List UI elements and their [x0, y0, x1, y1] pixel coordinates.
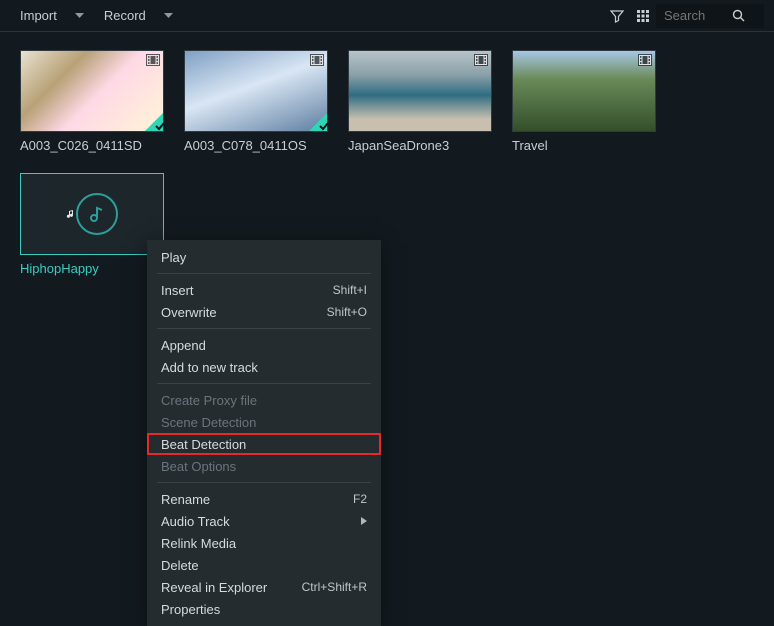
- menu-item-append[interactable]: Append: [147, 334, 381, 356]
- clip-name: A003_C026_0411SD: [20, 138, 164, 153]
- clip-name: A003_C078_0411OS: [184, 138, 328, 153]
- filmstrip-icon: [638, 54, 652, 66]
- menu-item-properties[interactable]: Properties: [147, 598, 381, 620]
- clip-name: Travel: [512, 138, 656, 153]
- chevron-down-icon: [75, 13, 84, 18]
- music-note-icon: [66, 209, 76, 219]
- menu-item-label: Scene Detection: [161, 415, 256, 430]
- menu-item-audio-track[interactable]: Audio Track: [147, 510, 381, 532]
- menu-item-label: Delete: [161, 558, 199, 573]
- menu-item-rename[interactable]: Rename F2: [147, 488, 381, 510]
- media-clip[interactable]: Travel: [512, 50, 656, 153]
- record-menu[interactable]: Record: [94, 8, 183, 23]
- menu-item-label: Properties: [161, 602, 220, 617]
- menu-item-label: Append: [161, 338, 206, 353]
- menu-item-label: Overwrite: [161, 305, 217, 320]
- video-thumbnail[interactable]: [20, 50, 164, 132]
- menu-item-relink-media[interactable]: Relink Media: [147, 532, 381, 554]
- menu-item-label: Insert: [161, 283, 194, 298]
- menu-shortcut: Shift+O: [327, 305, 367, 319]
- search-icon[interactable]: [732, 9, 745, 22]
- chevron-down-icon: [164, 13, 173, 18]
- import-label: Import: [20, 8, 57, 23]
- menu-item-label: Rename: [161, 492, 210, 507]
- menu-item-beat-detection[interactable]: Beat Detection: [147, 433, 381, 455]
- video-thumbnail[interactable]: [348, 50, 492, 132]
- menu-item-label: Reveal in Explorer: [161, 580, 267, 595]
- menu-item-insert[interactable]: Insert Shift+I: [147, 279, 381, 301]
- toolbar: Import Record: [0, 0, 774, 32]
- audio-icon: [76, 193, 118, 235]
- check-icon: [309, 113, 327, 131]
- media-clip[interactable]: A003_C078_0411OS: [184, 50, 328, 153]
- menu-item-label: Create Proxy file: [161, 393, 257, 408]
- record-label: Record: [104, 8, 146, 23]
- clip-name: HiphopHappy: [20, 261, 164, 276]
- menu-item-beat-options: Beat Options: [147, 455, 381, 477]
- context-menu: Play Insert Shift+I Overwrite Shift+O Append A…: [147, 240, 381, 626]
- menu-shortcut: Shift+I: [333, 283, 367, 297]
- menu-item-scene-detection: Scene Detection: [147, 411, 381, 433]
- filmstrip-icon: [474, 54, 488, 66]
- media-clip[interactable]: JapanSeaDrone3: [348, 50, 492, 153]
- menu-item-play[interactable]: Play: [147, 246, 381, 268]
- menu-separator: [157, 328, 371, 329]
- menu-item-label: Add to new track: [161, 360, 258, 375]
- search-input[interactable]: [664, 8, 724, 23]
- menu-shortcut: Ctrl+Shift+R: [302, 580, 367, 594]
- menu-item-create-proxy-file: Create Proxy file: [147, 389, 381, 411]
- media-gallery: A003_C026_0411SD A003_C078_0411OS JapanSea…: [0, 32, 774, 294]
- menu-item-add-to-new-track[interactable]: Add to new track: [147, 356, 381, 378]
- menu-shortcut: F2: [353, 492, 367, 506]
- filter-icon[interactable]: [604, 3, 630, 29]
- filmstrip-icon: [310, 54, 324, 66]
- menu-separator: [157, 482, 371, 483]
- submenu-arrow-icon: [361, 517, 367, 525]
- filmstrip-icon: [146, 54, 160, 66]
- menu-item-delete[interactable]: Delete: [147, 554, 381, 576]
- media-clip[interactable]: A003_C026_0411SD: [20, 50, 164, 153]
- menu-item-label: Relink Media: [161, 536, 236, 551]
- search-box[interactable]: [656, 4, 764, 28]
- menu-item-label: Audio Track: [161, 514, 230, 529]
- menu-item-label: Play: [161, 250, 186, 265]
- menu-item-reveal-in-explorer[interactable]: Reveal in Explorer Ctrl+Shift+R: [147, 576, 381, 598]
- menu-item-label: Beat Detection: [161, 437, 246, 452]
- clip-name: JapanSeaDrone3: [348, 138, 492, 153]
- menu-item-label: Beat Options: [161, 459, 236, 474]
- audio-thumbnail[interactable]: [20, 173, 164, 255]
- menu-separator: [157, 383, 371, 384]
- import-menu[interactable]: Import: [10, 8, 94, 23]
- check-icon: [145, 113, 163, 131]
- media-clip[interactable]: HiphopHappy: [20, 173, 164, 276]
- menu-separator: [157, 273, 371, 274]
- video-thumbnail[interactable]: [184, 50, 328, 132]
- menu-item-overwrite[interactable]: Overwrite Shift+O: [147, 301, 381, 323]
- grid-view-icon[interactable]: [630, 3, 656, 29]
- video-thumbnail[interactable]: [512, 50, 656, 132]
